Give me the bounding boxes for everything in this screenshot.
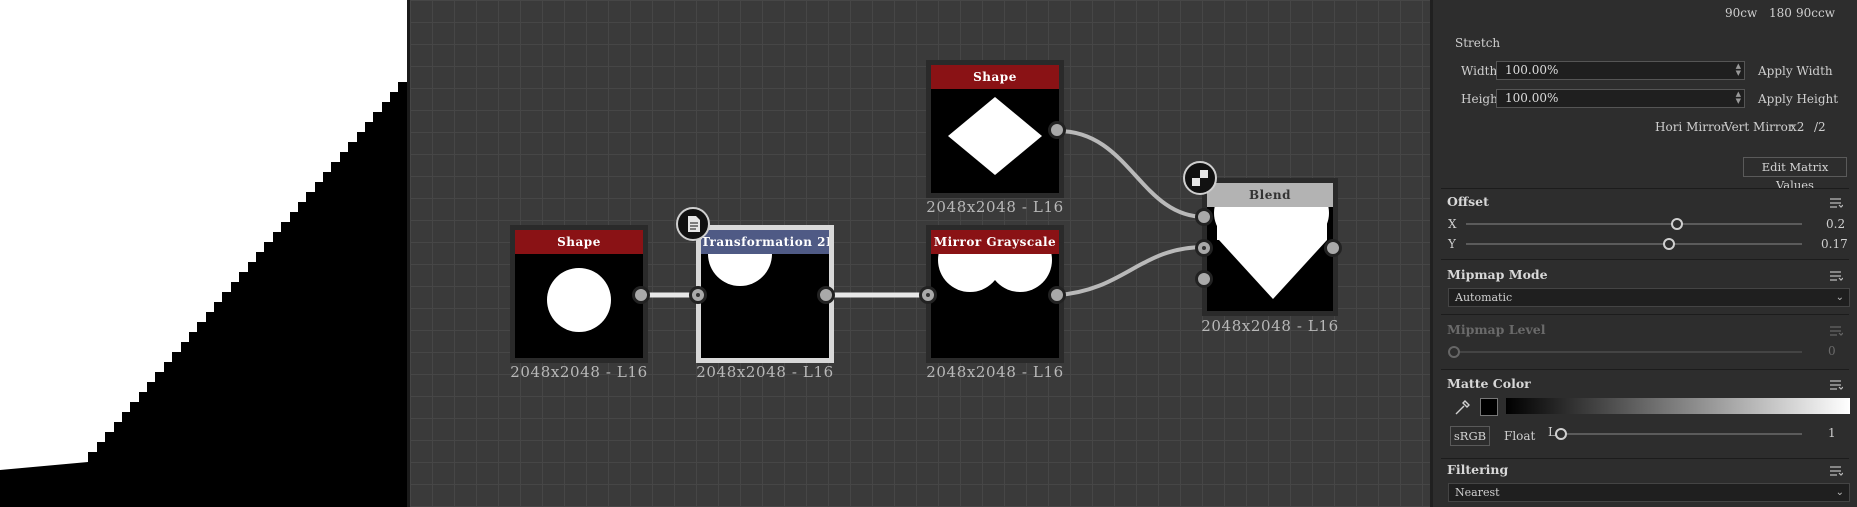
output-port[interactable] [632, 286, 650, 304]
filtering-select[interactable]: Nearest ⌄ [1448, 483, 1850, 502]
node-type-badge [1183, 161, 1217, 195]
divider [1441, 188, 1849, 189]
divider [1441, 259, 1849, 260]
luminance-slider-track[interactable] [1558, 433, 1802, 435]
offset-title: Offset [1447, 194, 1489, 209]
node-type-badge [676, 207, 710, 241]
node-mirror-grayscale[interactable]: Mirror Grayscale [926, 225, 1064, 363]
eyedropper-icon[interactable] [1453, 399, 1471, 417]
rotate-180-button[interactable]: 180 [1769, 6, 1792, 20]
node-blend[interactable]: Blend [1202, 178, 1338, 316]
output-port[interactable] [1048, 286, 1066, 304]
filtering-value: Nearest [1455, 486, 1500, 499]
mipmap-mode-title: Mipmap Mode [1447, 267, 1548, 282]
spinner-icon[interactable]: ▲ ▼ [1736, 63, 1741, 77]
width-value: 100.00% [1505, 63, 1559, 77]
luminance-gradient-bar[interactable] [1506, 398, 1850, 414]
input-port[interactable] [689, 286, 707, 304]
node-size-label: 2048x2048 - L16 [1201, 317, 1339, 335]
mipmap-level-title: Mipmap Level [1447, 322, 1546, 337]
node-shape-circle[interactable]: Shape [510, 225, 648, 363]
node-size-label: 2048x2048 - L16 [510, 363, 648, 381]
node-thumbnail [1207, 207, 1333, 311]
luminance-value[interactable]: 1 [1828, 426, 1836, 440]
offset-y-slider-knob[interactable] [1663, 238, 1675, 250]
input-port-destination[interactable] [1195, 239, 1213, 257]
spinner-icon[interactable]: ▲ ▼ [1736, 91, 1741, 105]
node-thumbnail [701, 254, 829, 358]
node-size-label: 2048x2048 - L16 [926, 363, 1064, 381]
offset-x-value[interactable]: 0.2 [1826, 217, 1845, 231]
mipmap-mode-value: Automatic [1455, 291, 1513, 304]
node-size-label: 2048x2048 - L16 [696, 363, 834, 381]
rotate-90cw-button[interactable]: 90cw [1725, 6, 1757, 20]
node-size-label: 2048x2048 - L16 [926, 198, 1064, 216]
menu-icon[interactable] [1829, 197, 1843, 209]
mipmap-level-value: 0 [1828, 344, 1836, 358]
width-label: Width [1461, 64, 1498, 78]
matte-color-title: Matte Color [1447, 376, 1531, 391]
output-port[interactable] [1324, 239, 1342, 257]
offset-x-slider-track[interactable] [1466, 223, 1802, 225]
node-header: Shape [515, 230, 643, 254]
divider [1441, 369, 1849, 370]
divider [1441, 314, 1849, 315]
width-field[interactable]: 100.00% ▲ ▼ [1496, 61, 1745, 80]
input-port[interactable] [919, 286, 937, 304]
offset-x-label: X [1448, 217, 1457, 231]
mipmap-level-slider-track [1451, 351, 1802, 353]
node-header: Mirror Grayscale [931, 230, 1059, 254]
2d-view-preview[interactable] [0, 0, 407, 507]
node-thumbnail [515, 254, 643, 358]
menu-icon[interactable] [1829, 379, 1843, 391]
preview-image [0, 0, 407, 507]
float-mode-button[interactable]: Float [1504, 429, 1535, 443]
node-transformation-2d[interactable]: Transformation 2D [696, 225, 834, 363]
node-header: Transformation 2D [701, 230, 829, 254]
height-field[interactable]: 100.00% ▲ ▼ [1496, 89, 1745, 108]
chevron-down-icon: ⌄ [1835, 487, 1844, 498]
document-icon [688, 216, 700, 232]
offset-y-value[interactable]: 0.17 [1821, 237, 1848, 251]
srgb-mode-button[interactable]: sRGB [1450, 426, 1490, 446]
chevron-down-icon: ⌄ [1835, 292, 1844, 303]
scale-div2-button[interactable]: /2 [1814, 120, 1826, 134]
node-header: Shape [931, 65, 1059, 89]
properties-panel: 90cw 180 90ccw Stretch Width 100.00% ▲ ▼ … [1433, 0, 1857, 507]
edit-matrix-values-button[interactable]: Edit Matrix Values [1743, 157, 1847, 192]
output-port[interactable] [817, 286, 835, 304]
scale-x2-button[interactable]: x2 [1790, 120, 1804, 134]
luminance-slider-knob[interactable] [1555, 428, 1567, 440]
graph-canvas[interactable]: Shape 2048x2048 - L16 Transformation 2D … [410, 0, 1430, 507]
stretch-label: Stretch [1455, 36, 1501, 50]
offset-x-slider-knob[interactable] [1671, 218, 1683, 230]
menu-icon[interactable] [1829, 325, 1843, 337]
mipmap-mode-select[interactable]: Automatic ⌄ [1448, 288, 1850, 307]
node-shape-diamond[interactable]: Shape [926, 60, 1064, 198]
node-thumbnail [931, 89, 1059, 193]
menu-icon[interactable] [1829, 465, 1843, 477]
filtering-title: Filtering [1447, 462, 1509, 477]
hori-mirror-button[interactable]: Hori Mirror [1655, 120, 1727, 134]
menu-icon[interactable] [1829, 270, 1843, 282]
node-header: Blend [1207, 183, 1333, 207]
height-value: 100.00% [1505, 91, 1559, 105]
apply-width-button[interactable]: Apply Width [1758, 64, 1833, 78]
vert-mirror-button[interactable]: Vert Mirror [1724, 120, 1794, 134]
wire-mirror-to-blend [1057, 245, 1206, 297]
input-port-source[interactable] [1195, 208, 1213, 226]
rotate-90ccw-button[interactable]: 90ccw [1796, 6, 1835, 20]
checker-icon [1192, 170, 1208, 186]
node-thumbnail [931, 254, 1059, 358]
offset-y-slider-track[interactable] [1466, 243, 1802, 245]
divider [1441, 458, 1849, 459]
input-port-opacity[interactable] [1195, 270, 1213, 288]
apply-height-button[interactable]: Apply Height [1758, 92, 1838, 106]
output-port[interactable] [1048, 121, 1066, 139]
mipmap-level-slider-knob [1448, 346, 1460, 358]
offset-y-label: Y [1448, 237, 1456, 251]
matte-color-swatch[interactable] [1480, 398, 1498, 416]
